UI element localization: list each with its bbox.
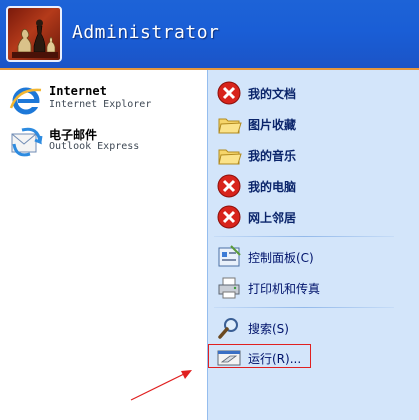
annotation-arrow bbox=[130, 370, 192, 401]
